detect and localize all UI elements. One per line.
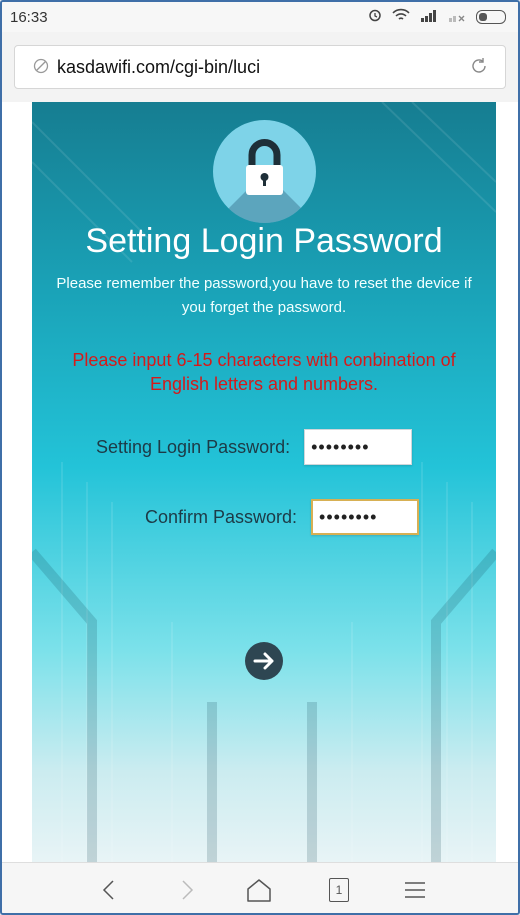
forward-arrow-icon (182, 880, 194, 900)
tab-count: 1 (335, 883, 343, 897)
lock-icon (246, 139, 283, 195)
reload-icon[interactable] (469, 56, 489, 76)
signal-icon (420, 9, 438, 25)
password-input[interactable]: •••••••• (304, 429, 413, 465)
status-bar: 16:33 (2, 2, 518, 32)
status-time: 16:33 (10, 9, 48, 26)
battery-icon (476, 9, 506, 24)
confirm-password-input[interactable]: •••••••• (311, 499, 420, 535)
url-text[interactable]: kasdawifi.com/cgi-bin/luci (57, 57, 260, 78)
forward-button[interactable] (170, 873, 204, 907)
signal-no-sim-icon (448, 9, 466, 25)
password-row: Setting Login Password: •••••••• (96, 429, 413, 465)
phone-screen: 16:33 kasdawifi.com/cgi-bin/luci Setting… (0, 0, 520, 915)
password-rule-warning: Please input 6-15 characters with conbin… (72, 350, 456, 394)
status-icons (368, 8, 506, 25)
back-arrow-icon (102, 880, 114, 900)
tabs-button[interactable]: 1 (322, 873, 356, 907)
site-info-icon[interactable] (33, 58, 49, 74)
browser-address-bar: kasdawifi.com/cgi-bin/luci (2, 32, 518, 103)
confirm-password-label: Confirm Password: (145, 506, 298, 527)
home-icon (247, 879, 271, 902)
login-password-page: Setting Login Password Please remember t… (32, 102, 496, 862)
alarm-icon (368, 8, 382, 25)
arrow-right-icon (253, 652, 274, 670)
wifi-icon (392, 8, 410, 25)
tab-count-badge: 1 (329, 878, 349, 902)
next-button[interactable] (245, 642, 283, 680)
password-label: Setting Login Password: (96, 436, 291, 457)
url-field[interactable]: kasdawifi.com/cgi-bin/luci (14, 45, 506, 89)
home-button[interactable] (242, 873, 276, 907)
page-subtitle: Please remember the password,you have to… (56, 275, 472, 316)
menu-icon (405, 882, 425, 898)
lock-badge (213, 120, 316, 223)
browser-bottom-nav: 1 (2, 862, 518, 913)
web-viewport: Setting Login Password Please remember t… (2, 102, 518, 862)
back-button[interactable] (92, 873, 126, 907)
menu-button[interactable] (398, 873, 432, 907)
confirm-password-row: Confirm Password: •••••••• (145, 499, 420, 535)
page-title: Setting Login Password (85, 222, 443, 260)
